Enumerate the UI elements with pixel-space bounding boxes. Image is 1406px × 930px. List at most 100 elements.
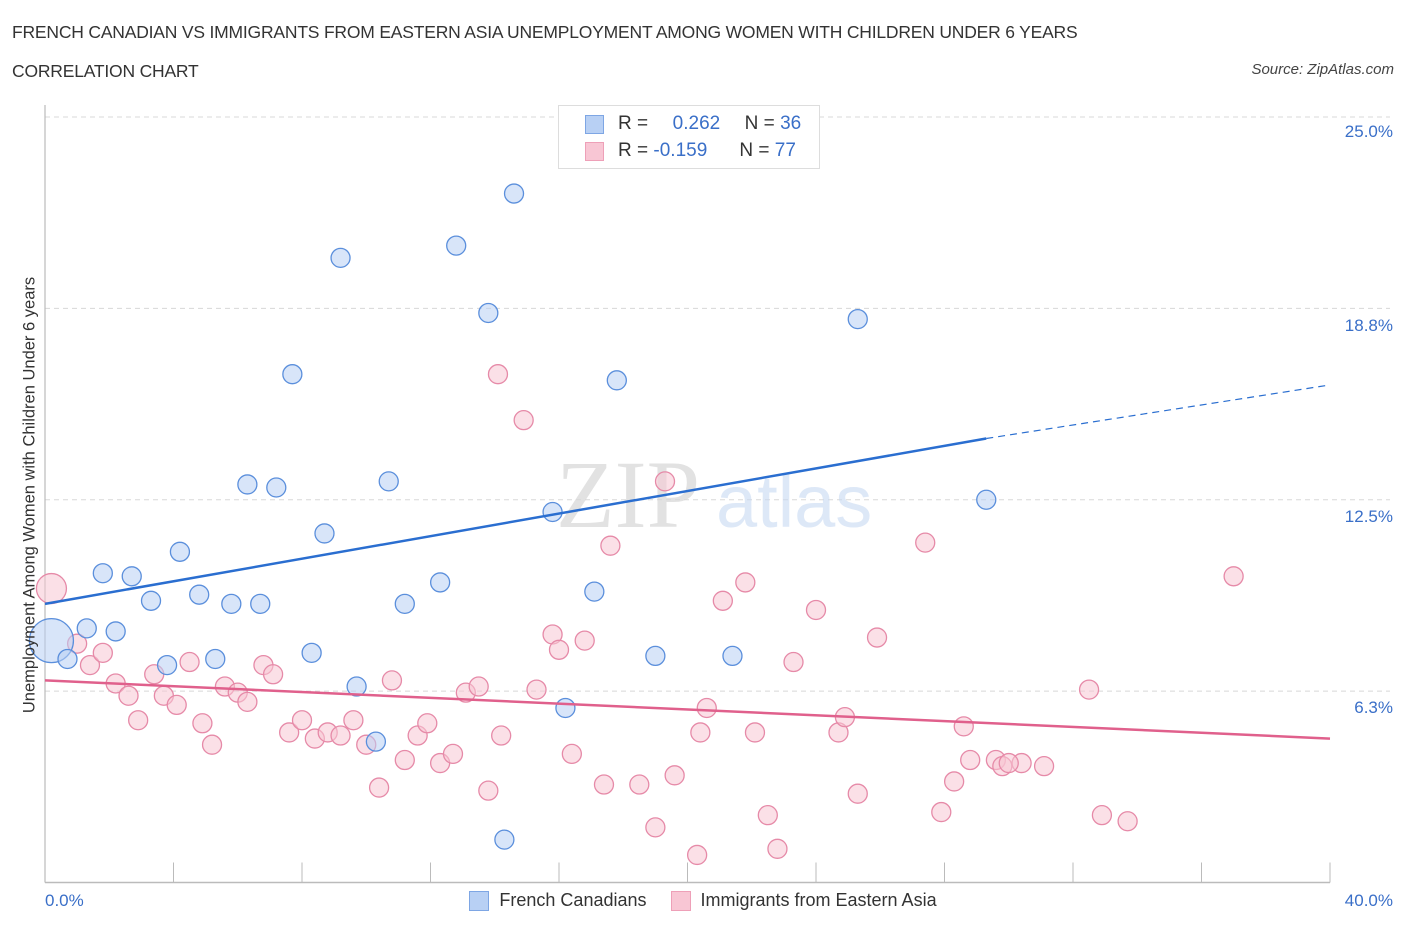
data-point — [526, 679, 547, 700]
data-point — [696, 697, 717, 719]
blue-swatch-icon — [469, 890, 490, 911]
data-point — [931, 801, 952, 823]
data-point — [735, 572, 756, 593]
data-point — [953, 716, 974, 737]
data-point — [330, 247, 351, 269]
data-point — [593, 774, 615, 795]
data-point — [282, 364, 303, 385]
r-value: -0.159 — [653, 140, 708, 161]
stats-legend: R = 0.262 N = 36 R = -0.159 N = 77 — [558, 105, 820, 169]
r-label: R = — [618, 140, 649, 161]
pink-swatch-icon — [670, 890, 691, 911]
data-point — [561, 743, 582, 765]
data-point — [92, 563, 113, 584]
n-label: N = — [739, 140, 770, 161]
data-point — [140, 590, 162, 611]
data-point — [600, 535, 621, 556]
data-point — [330, 725, 351, 746]
series-immigrants-eastern-asia — [35, 364, 1244, 866]
data-point — [757, 804, 778, 826]
series-legend: French Canadians Immigrants from Eastern… — [0, 890, 1406, 911]
data-point — [166, 694, 187, 716]
data-point — [503, 183, 525, 204]
data-point — [494, 829, 515, 850]
data-point — [783, 651, 804, 673]
data-point — [429, 572, 451, 593]
data-point — [847, 783, 868, 804]
y-tick-label-25: 25.0% — [1344, 122, 1393, 141]
data-point — [629, 774, 650, 795]
data-point — [555, 697, 576, 719]
r-value: 0.262 — [672, 113, 721, 134]
data-point — [118, 685, 139, 706]
n-label: N = — [744, 113, 775, 134]
data-point — [1078, 679, 1100, 700]
data-point — [690, 722, 711, 743]
data-point — [368, 777, 390, 798]
stats-row-immigrants-eastern-asia: R = -0.159 N = 77 — [585, 139, 796, 163]
data-point — [1033, 755, 1055, 777]
data-point — [378, 471, 399, 492]
data-point — [468, 676, 489, 697]
data-point — [744, 722, 766, 743]
data-point — [291, 710, 313, 731]
data-point — [446, 235, 467, 256]
y-tick-label-12-5: 12.5% — [1344, 507, 1393, 526]
data-point — [976, 489, 997, 510]
data-point — [417, 713, 438, 734]
data-point — [712, 590, 733, 611]
data-point — [847, 308, 868, 330]
data-point — [237, 691, 258, 712]
data-point — [169, 541, 191, 562]
pink-swatch-icon — [585, 141, 604, 161]
data-point — [478, 780, 499, 801]
data-point — [542, 501, 563, 523]
data-point — [805, 599, 827, 621]
data-point — [76, 618, 97, 639]
data-point — [92, 642, 113, 663]
data-point — [237, 474, 258, 495]
data-point — [513, 409, 534, 431]
data-point — [179, 651, 200, 673]
n-value: 77 — [774, 140, 796, 161]
blue-swatch-icon — [585, 114, 604, 134]
data-point — [722, 645, 743, 667]
data-point — [394, 749, 415, 771]
legend-item-french-canadians[interactable]: French Canadians — [469, 890, 647, 911]
r-label: R = — [618, 113, 649, 134]
data-point — [314, 523, 335, 544]
data-point — [221, 593, 242, 615]
legend-item-immigrants-eastern-asia[interactable]: Immigrants from Eastern Asia — [670, 890, 937, 911]
data-point — [998, 752, 1019, 774]
data-point — [201, 734, 223, 755]
data-point — [574, 630, 595, 651]
data-point — [156, 654, 178, 676]
data-point — [645, 817, 666, 838]
n-value: 36 — [780, 113, 802, 134]
data-point — [645, 645, 666, 667]
data-point — [365, 731, 387, 752]
data-point — [121, 566, 142, 587]
trend-line-extension-french-canadians — [986, 384, 1331, 440]
data-point — [192, 713, 213, 734]
data-point — [606, 370, 627, 391]
data-point — [35, 572, 68, 605]
data-point — [584, 581, 605, 602]
stats-row-french-canadians: R = 0.262 N = 36 — [585, 112, 801, 136]
watermark: ZIP atlas — [556, 441, 872, 548]
data-point — [915, 532, 936, 553]
data-point — [57, 648, 78, 670]
data-point — [866, 627, 888, 648]
data-point — [262, 664, 284, 685]
data-point — [487, 364, 509, 385]
data-point — [654, 471, 676, 492]
legend-label: French Canadians — [499, 890, 647, 910]
data-point — [343, 710, 364, 731]
trend-line-immigrants-eastern-asia — [44, 679, 1331, 740]
data-point — [664, 765, 685, 786]
y-tick-label-6-3: 6.3% — [1354, 698, 1393, 717]
data-point — [1091, 804, 1113, 826]
data-point — [105, 621, 126, 642]
data-point — [394, 593, 415, 615]
data-point — [189, 584, 210, 605]
